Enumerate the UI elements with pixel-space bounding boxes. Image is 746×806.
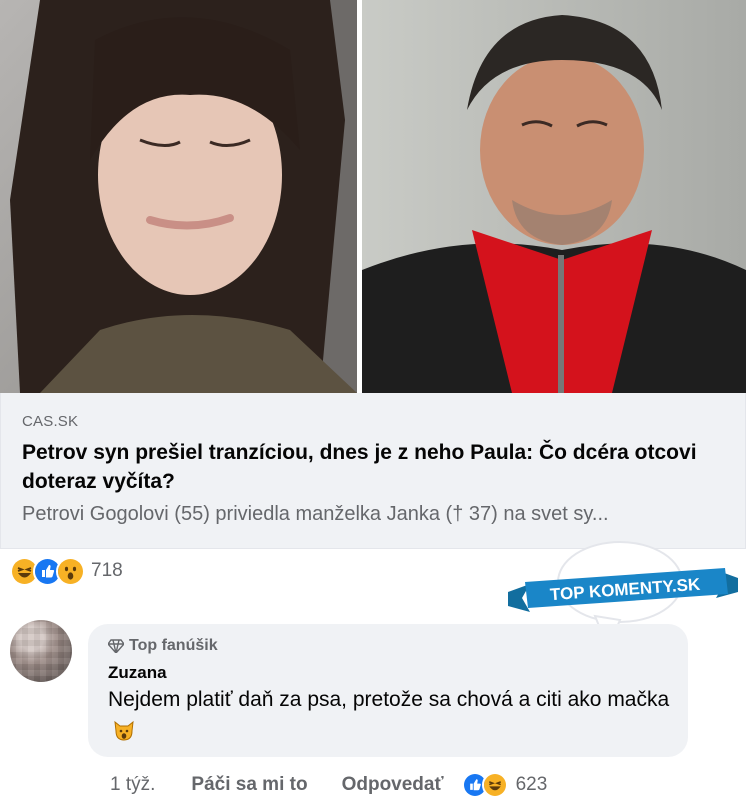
post-reaction-count: 718 [91, 560, 123, 581]
comment-actions: 1 týž. Páči sa mi to Odpovedať 623 [110, 772, 547, 798]
comment-reactions[interactable]: 623 [461, 772, 548, 798]
photo-young-woman[interactable] [0, 0, 357, 393]
like-button[interactable]: Páči sa mi to [191, 774, 307, 796]
comment-bubble: Top fanúšik Zuzana Nejdem platiť daň za … [88, 624, 688, 757]
link-preview-images[interactable] [0, 0, 746, 393]
avatar[interactable] [10, 620, 72, 682]
comment-body: Nejdem platiť daň za psa, pretože sa cho… [108, 688, 670, 711]
comment-text: Nejdem platiť daň za psa, pretože sa cho… [108, 684, 678, 752]
link-title[interactable]: Petrov syn prešiel tranzíciou, dnes je z… [22, 438, 722, 496]
cat-face-icon [112, 718, 136, 752]
link-domain: CAS.SK [22, 413, 79, 430]
top-fan-label: Top fanúšik [129, 637, 218, 654]
post-reactions[interactable]: 718 [10, 556, 123, 586]
haha-icon [481, 772, 508, 798]
top-fan-badge: Top fanúšik [108, 637, 218, 655]
comment-reaction-count: 623 [515, 774, 548, 795]
photo-middle-aged-man[interactable] [362, 0, 746, 393]
comment-author[interactable]: Zuzana [108, 663, 167, 683]
comment-timestamp[interactable]: 1 týž. [110, 774, 155, 796]
reply-button[interactable]: Odpovedať [342, 774, 444, 796]
wow-icon [56, 556, 85, 586]
link-description: Petrovi Gogolovi (55) priviedla manželka… [22, 503, 609, 525]
link-preview-card[interactable]: CAS.SK Petrov syn prešiel tranzíciou, dn… [0, 393, 746, 549]
diamond-icon [108, 639, 124, 653]
